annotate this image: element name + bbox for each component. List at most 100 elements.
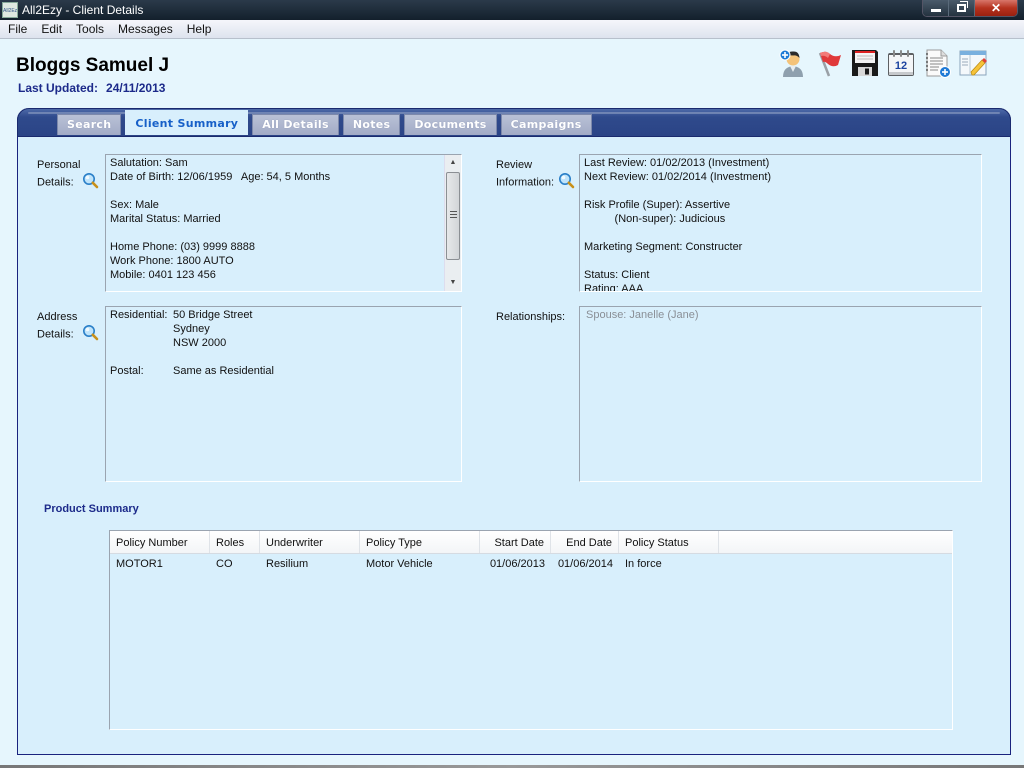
tab-client-summary[interactable]: Client Summary (125, 110, 249, 135)
personal-detail-line (110, 184, 457, 198)
tab-campaigns[interactable]: Campaigns (500, 114, 592, 135)
calendar-date-text: 12 (895, 60, 907, 72)
personal-detail-line: Salutation: Sam (110, 157, 188, 169)
table-header: Policy Number Roles Underwriter Policy T… (110, 531, 952, 554)
last-updated-label: Last Updated: (18, 81, 99, 95)
personal-detail-line: Mobile: 0401 123 456 (110, 269, 216, 281)
menu-help[interactable]: Help (180, 20, 219, 38)
review-detail-line: Rating: AAA (584, 283, 644, 292)
minimize-button[interactable] (923, 0, 949, 16)
menu-edit[interactable]: Edit (34, 20, 69, 38)
personal-detail-line: Marital Status: Married (110, 213, 221, 225)
magnifier-icon (559, 173, 575, 189)
grip-icon (450, 211, 457, 218)
postal-value: Same as Residential (173, 365, 274, 377)
cell-filler (719, 554, 952, 575)
toolbar: 12 (777, 47, 989, 79)
add-contact-button[interactable] (777, 47, 809, 79)
menu-messages[interactable]: Messages (111, 20, 180, 38)
postal-label: Postal: (110, 365, 144, 377)
review-detail-line (584, 254, 977, 268)
tab-documents[interactable]: Documents (404, 114, 497, 135)
window-title: All2Ezy - Client Details (22, 3, 144, 17)
personal-detail-line: Date of Birth: 12/06/1959 Age: 54, 5 Mon… (110, 171, 331, 183)
tab-all-details[interactable]: All Details (252, 114, 339, 135)
scroll-down-arrow-icon[interactable]: ▼ (445, 275, 461, 291)
restore-button[interactable] (949, 0, 975, 16)
residential-lines: 50 Bridge Street Sydney NSW 2000 (173, 308, 253, 350)
personal-details-label: Personal Details: (37, 158, 99, 193)
app-logo-icon: All2Ezy (2, 2, 18, 18)
last-updated-value: 24/11/2013 (106, 81, 166, 95)
postal-address: Postal: Same as Residential (110, 364, 457, 378)
address-details-label: Address Details: (37, 310, 99, 345)
relationship-item[interactable]: Spouse: Janelle (Jane) (584, 308, 977, 322)
cell-underwriter: Resilium (266, 558, 309, 570)
flag-button[interactable] (813, 47, 845, 79)
residential-line: Sydney (173, 323, 210, 335)
column-header-roles[interactable]: Roles (210, 531, 260, 553)
restore-icon (957, 1, 968, 12)
product-summary-title: Product Summary (44, 503, 139, 515)
review-information-label: Review Information: (496, 158, 575, 193)
column-header-end-date[interactable]: End Date (551, 531, 619, 553)
address-details-label-line1: Address (37, 311, 78, 323)
cell-start-date: 01/06/2013 (489, 558, 545, 570)
column-header-underwriter[interactable]: Underwriter (260, 531, 360, 553)
cell-roles: CO (216, 558, 233, 570)
cell-policy-type: Motor Vehicle (366, 558, 433, 570)
window-controls: ✕ (922, 0, 1018, 17)
address-details-panel: Residential: 50 Bridge Street Sydney NSW… (105, 306, 462, 482)
menu-bar: File Edit Tools Messages Help (0, 20, 1024, 39)
last-updated: Last Updated: 24/11/2013 (18, 81, 165, 95)
personal-detail-line: Home Phone: (03) 9999 8888 (110, 241, 255, 253)
address-details-label-line2: Details: (37, 328, 74, 341)
menu-file[interactable]: File (0, 20, 34, 38)
calendar-button[interactable]: 12 (885, 47, 917, 79)
relationships-panel: Spouse: Janelle (Jane) (579, 306, 982, 482)
close-icon: ✕ (990, 1, 1002, 15)
new-document-button[interactable] (921, 47, 953, 79)
column-header-policy-type[interactable]: Policy Type (360, 531, 480, 553)
personal-details-label-line1: Personal (37, 159, 81, 171)
personal-detail-line: Work Phone: 1800 AUTO (110, 255, 234, 267)
magnifier-icon (82, 325, 99, 341)
cell-policy-status: In force (625, 558, 662, 570)
title-bar: All2Ezy All2Ezy - Client Details ✕ (0, 0, 1024, 20)
column-header-policy-number[interactable]: Policy Number (110, 531, 210, 553)
scrollbar-thumb[interactable] (446, 172, 460, 260)
column-header-filler (719, 531, 952, 553)
cell-policy-number: MOTOR1 (116, 558, 163, 570)
tab-bar: Search Client Summary All Details Notes … (57, 110, 592, 137)
review-information-panel: Last Review: 01/02/2013 (Investment) Next… (579, 154, 982, 292)
tab-search[interactable]: Search (57, 114, 122, 135)
review-detail-line: Risk Profile (Super): Assertive (584, 199, 731, 211)
close-button[interactable]: ✕ (975, 0, 1017, 16)
review-detail-line: Next Review: 01/02/2014 (Investment) (584, 171, 772, 183)
column-header-policy-status[interactable]: Policy Status (619, 531, 719, 553)
personal-details-zoom-button[interactable] (82, 172, 99, 193)
residential-address: Residential: 50 Bridge Street Sydney NSW… (110, 308, 457, 350)
review-detail-line (584, 226, 977, 240)
menu-tools[interactable]: Tools (69, 20, 111, 38)
personal-detail-line (110, 226, 457, 240)
tab-notes[interactable]: Notes (342, 114, 401, 135)
column-header-start-date[interactable]: Start Date (480, 531, 551, 553)
residential-label: Residential: (110, 309, 168, 321)
personal-details-scrollbar[interactable]: ▲ ▼ (444, 155, 461, 291)
personal-details-label-line2: Details: (37, 176, 74, 189)
personal-details-text: Salutation: Sam Date of Birth: 12/06/1959… (110, 156, 457, 282)
address-details-zoom-button[interactable] (82, 324, 99, 345)
save-button[interactable] (849, 47, 881, 79)
add-user-icon (779, 49, 803, 77)
residential-line: NSW 2000 (173, 337, 227, 349)
save-icon (852, 50, 878, 76)
review-information-label-line2: Information: (496, 176, 555, 189)
scroll-up-arrow-icon[interactable]: ▲ (445, 155, 461, 171)
cell-end-date: 01/06/2014 (557, 558, 613, 570)
edit-button[interactable] (957, 47, 989, 79)
review-detail-line: Status: Client (584, 269, 650, 281)
review-information-zoom-button[interactable] (558, 172, 575, 193)
table-row[interactable]: MOTOR1 CO Resilium Motor Vehicle 01/06/2… (110, 554, 952, 575)
review-detail-line: Last Review: 01/02/2013 (Investment) (584, 157, 770, 169)
